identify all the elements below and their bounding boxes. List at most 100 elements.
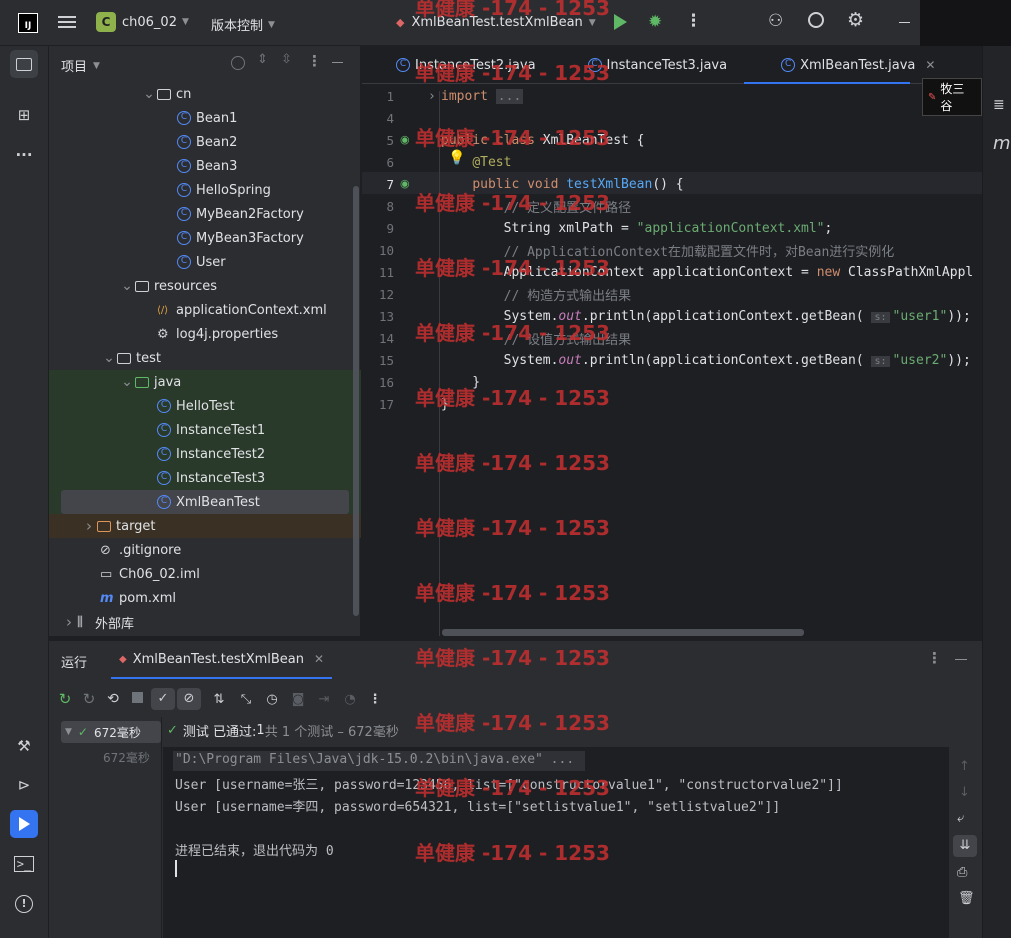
run-tool-button[interactable] bbox=[10, 810, 38, 838]
minimize-button[interactable] bbox=[899, 22, 910, 23]
scroll-down-icon[interactable]: ↓ bbox=[959, 785, 970, 800]
rerun-icon[interactable]: ↻ bbox=[53, 690, 77, 708]
build-tool-button[interactable]: ⚒ bbox=[10, 732, 38, 760]
code-line[interactable]: 14 // 设值方式输出结果 bbox=[362, 327, 982, 349]
camera-icon[interactable]: ◙ bbox=[285, 692, 311, 707]
tree-item-applicationcontext-xml[interactable]: ⟨/⟩ applicationContext.xml bbox=[49, 298, 349, 322]
code-line[interactable]: 9 String xmlPath = "applicationContext.x… bbox=[362, 217, 982, 239]
code-line[interactable]: 8 // 定义配置文件路径 bbox=[362, 195, 982, 217]
more-actions-button[interactable]: ⋮ bbox=[685, 11, 702, 31]
tree-item-bean3[interactable]: C Bean3 bbox=[49, 154, 349, 178]
coverage-icon[interactable]: ◔ bbox=[337, 692, 363, 707]
code-line[interactable]: 13 System.out.println(applicationContext… bbox=[362, 305, 982, 327]
print-icon[interactable]: ⎙ bbox=[957, 865, 967, 880]
project-selector[interactable]: C ch06_02 ▼ bbox=[96, 12, 189, 32]
history-icon[interactable]: ◷ bbox=[259, 692, 285, 707]
tree-item-pom-xml[interactable]: m pom.xml bbox=[49, 586, 349, 610]
code-line[interactable]: 10 // ApplicationContext在加载配置文件时，对Bean进行… bbox=[362, 239, 982, 261]
tree-item-log4j-properties[interactable]: ⚙ log4j.properties bbox=[49, 322, 349, 346]
tree-item-instancetest1[interactable]: C InstanceTest1 bbox=[49, 418, 349, 442]
settings-gear-icon[interactable]: ⚙ bbox=[847, 9, 864, 31]
tree-item-hellotest[interactable]: C HelloTest bbox=[49, 394, 349, 418]
soft-wrap-icon[interactable]: ⤶ bbox=[957, 811, 964, 826]
code-line[interactable]: 17} bbox=[362, 393, 982, 415]
tree-item-mybean2factory[interactable]: C MyBean2Factory bbox=[49, 202, 349, 226]
locate-icon[interactable] bbox=[231, 56, 245, 70]
chevron-right-icon[interactable]: › bbox=[61, 613, 77, 631]
close-icon[interactable]: ✕ bbox=[314, 652, 324, 666]
show-ignored-icon[interactable]: ⊘ bbox=[177, 688, 201, 710]
tree-item-hellospring[interactable]: C HelloSpring bbox=[49, 178, 349, 202]
tree-item-bean2[interactable]: C Bean2 bbox=[49, 130, 349, 154]
tree-item-test[interactable]: ⌄ test bbox=[49, 346, 349, 370]
tree-item-instancetest3[interactable]: C InstanceTest3 bbox=[49, 466, 349, 490]
maven-side-icon[interactable]: m bbox=[993, 133, 1011, 154]
tree-item-bean1[interactable]: C Bean1 bbox=[49, 106, 349, 130]
code-line[interactable]: 7 public void testXmlBean() { bbox=[362, 173, 982, 195]
code-line[interactable]: 5 public class XmlBeanTest { bbox=[362, 129, 982, 151]
structure-tool-button[interactable]: ⊞ bbox=[10, 101, 38, 129]
add-user-icon[interactable]: ⚇ bbox=[768, 11, 783, 31]
tree-item-user[interactable]: C User bbox=[49, 250, 349, 274]
code-line[interactable]: 15 System.out.println(applicationContext… bbox=[362, 349, 982, 371]
run-config-tab[interactable]: ◆ XmlBeanTest.testXmlBean ✕ bbox=[111, 641, 333, 679]
editor-tab-instancetest3-java[interactable]: C InstanceTest3.java bbox=[550, 46, 742, 84]
test-root-row[interactable]: ▼ ✓ 672毫秒 bbox=[61, 721, 161, 743]
vcs-menu[interactable]: 版本控制 ▼ bbox=[211, 15, 275, 34]
project-panel-header[interactable]: 项目 ▼ bbox=[61, 56, 100, 75]
more-tools-button[interactable]: ··· bbox=[10, 141, 38, 169]
code-line[interactable]: 16 } bbox=[362, 371, 982, 393]
chevron-right-icon[interactable]: › bbox=[81, 517, 97, 535]
code-line[interactable]: 4 bbox=[362, 107, 982, 129]
more-icon[interactable]: ⋮ bbox=[363, 692, 387, 707]
editor-tab-xmlbeantest-java[interactable]: C XmlBeanTest.java ✕ bbox=[741, 46, 949, 84]
close-icon[interactable]: ✕ bbox=[925, 58, 935, 72]
hide-run-panel-icon[interactable] bbox=[955, 659, 967, 660]
project-tool-button[interactable] bbox=[10, 50, 38, 78]
chevron-down-icon[interactable]: ⌄ bbox=[119, 278, 135, 294]
run-button[interactable] bbox=[614, 14, 627, 30]
main-menu-button[interactable] bbox=[58, 13, 76, 31]
lightbulb-icon[interactable]: 💡 bbox=[448, 150, 465, 166]
code-line[interactable]: 12 // 构造方式输出结果 bbox=[362, 283, 982, 305]
tree-item-mybean3factory[interactable]: C MyBean3Factory bbox=[49, 226, 349, 250]
tree-item-java[interactable]: ⌄ java bbox=[49, 370, 349, 394]
chevron-down-icon[interactable]: ⌄ bbox=[119, 374, 135, 390]
editor-tab-instancetest2-java[interactable]: C InstanceTest2.java bbox=[362, 46, 550, 84]
tree-item-target[interactable]: › target bbox=[49, 514, 349, 538]
horizontal-scrollbar[interactable] bbox=[442, 629, 804, 636]
code-line[interactable]: 11 ApplicationContext applicationContext… bbox=[362, 261, 982, 283]
tree-item--[interactable]: › ⫼ 外部库 bbox=[49, 610, 349, 634]
scroll-up-icon[interactable]: ↑ bbox=[959, 759, 970, 774]
chevron-down-icon[interactable]: ⌄ bbox=[141, 86, 157, 102]
scroll-to-end-icon[interactable]: ⇊ bbox=[953, 835, 977, 857]
services-tool-button[interactable]: ⊳ bbox=[10, 771, 38, 799]
toggle-auto-test-icon[interactable]: ⟲ bbox=[101, 691, 125, 707]
code-line[interactable]: 1 › import ... bbox=[362, 85, 982, 107]
app-logo[interactable]: IJ bbox=[18, 13, 38, 33]
tree-item-ch06-02-iml[interactable]: ▭ Ch06_02.iml bbox=[49, 562, 349, 586]
stop-icon[interactable] bbox=[125, 691, 149, 707]
tree-item-instancetest2[interactable]: C InstanceTest2 bbox=[49, 442, 349, 466]
expand-collapse-icon[interactable]: ⇕ bbox=[257, 52, 268, 67]
gutter-run-icon[interactable]: ◉ bbox=[400, 133, 410, 146]
debug-button[interactable]: ✹ bbox=[648, 12, 662, 32]
run-options-icon[interactable]: ⋮ bbox=[927, 649, 942, 667]
search-icon[interactable] bbox=[808, 12, 824, 28]
panel-options-icon[interactable]: ⋮ bbox=[307, 52, 322, 70]
collapse-icon[interactable]: ⤡ bbox=[233, 692, 259, 707]
problems-tool-button[interactable]: ! bbox=[10, 890, 38, 918]
fold-chevron-icon[interactable]: › bbox=[428, 89, 436, 104]
project-scrollbar[interactable] bbox=[353, 186, 359, 616]
tree-item-resources[interactable]: ⌄ resources bbox=[49, 274, 349, 298]
chevron-down-icon[interactable]: ⌄ bbox=[101, 350, 117, 366]
run-tab[interactable]: 运行 bbox=[61, 652, 87, 671]
run-config-selector[interactable]: ◆ XmlBeanTest.testXmlBean ▼ bbox=[396, 15, 596, 30]
trash-icon[interactable]: 🗑 bbox=[958, 891, 975, 906]
hide-panel-icon[interactable] bbox=[332, 62, 343, 63]
collapse-all-icon[interactable]: ⇳ bbox=[281, 52, 292, 67]
gutter-run-icon[interactable]: ◉ bbox=[400, 177, 410, 190]
tree-item-cn[interactable]: ⌄ cn bbox=[49, 82, 349, 106]
rerun-failed-icon[interactable]: ↻ bbox=[77, 690, 101, 708]
tree-item-xmlbeantest[interactable]: C XmlBeanTest bbox=[61, 490, 349, 514]
